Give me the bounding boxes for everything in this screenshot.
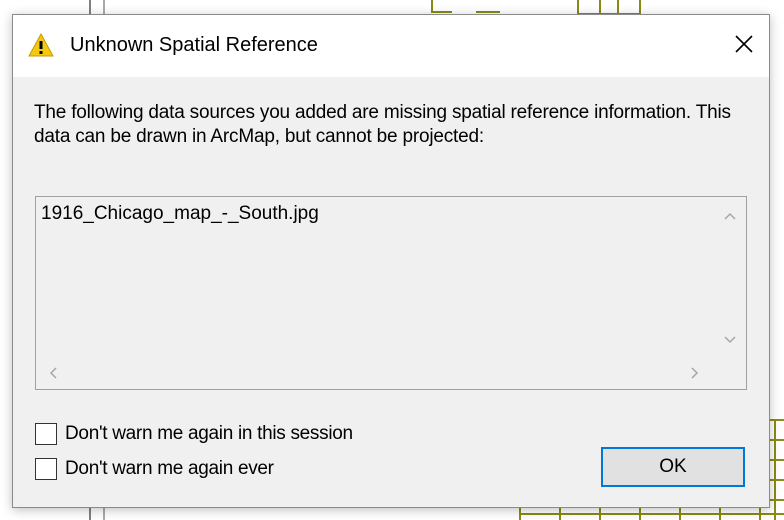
dialog-title: Unknown Spatial Reference: [70, 34, 318, 56]
checkbox-box[interactable]: [35, 423, 57, 445]
dialog-titlebar: Unknown Spatial Reference: [13, 15, 769, 77]
vertical-scrollbar[interactable]: [714, 197, 746, 357]
ok-button[interactable]: OK: [601, 447, 745, 487]
checkbox-label: Don't warn me again in this session: [65, 423, 353, 444]
scrollbar-corner: [714, 357, 746, 389]
horizontal-scrollbar[interactable]: [36, 357, 716, 389]
checkbox-label: Don't warn me again ever: [65, 458, 274, 479]
dialog-message: The following data sources you added are…: [34, 102, 731, 147]
unknown-spatial-reference-dialog: Unknown Spatial Reference The following …: [12, 14, 770, 508]
scroll-down-icon[interactable]: [723, 333, 737, 347]
dont-warn-session-checkbox[interactable]: Don't warn me again in this session: [35, 421, 353, 447]
list-item[interactable]: 1916_Chicago_map_-_South.jpg: [41, 203, 319, 225]
scroll-left-icon[interactable]: [46, 366, 60, 380]
dont-warn-ever-checkbox[interactable]: Don't warn me again ever: [35, 456, 274, 482]
scroll-up-icon[interactable]: [723, 209, 737, 223]
data-sources-listbox[interactable]: 1916_Chicago_map_-_South.jpg: [35, 196, 747, 390]
close-icon[interactable]: [727, 27, 761, 61]
checkbox-box[interactable]: [35, 458, 57, 480]
scroll-right-icon[interactable]: [688, 366, 702, 380]
warning-icon: [28, 33, 54, 57]
